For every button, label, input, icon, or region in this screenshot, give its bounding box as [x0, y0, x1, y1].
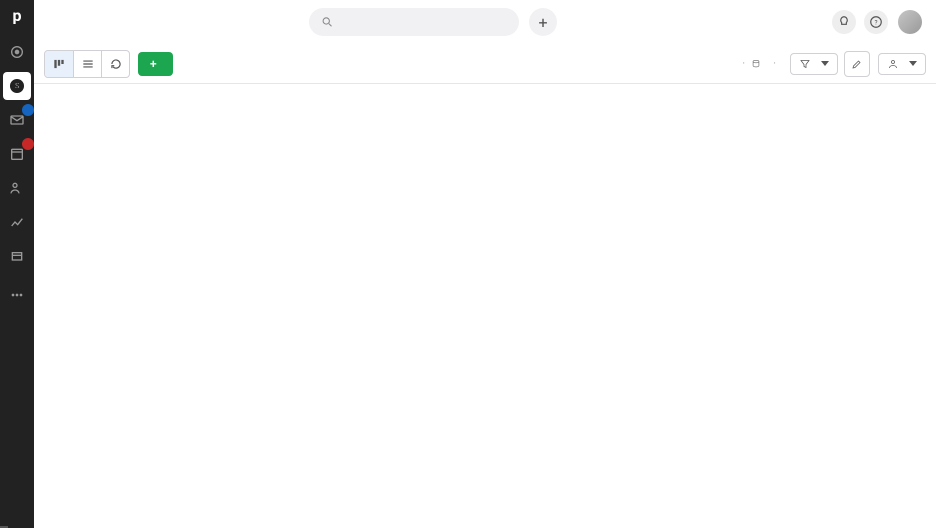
pipeline-totals: · ·	[736, 57, 782, 70]
weighted-icon	[751, 59, 761, 69]
pipeline-board	[34, 84, 936, 528]
brand-logo[interactable]: p	[13, 6, 22, 25]
plus-icon: +	[150, 57, 157, 71]
chart-icon	[9, 214, 25, 230]
pipeline-selector[interactable]	[790, 53, 838, 75]
box-icon	[9, 248, 25, 264]
nav-mail[interactable]	[3, 106, 31, 134]
contacts-icon	[9, 180, 25, 196]
search-input[interactable]	[340, 15, 507, 29]
nav-products[interactable]	[3, 242, 31, 270]
announcements-button[interactable]	[832, 10, 856, 34]
user-icon	[887, 58, 899, 70]
chevron-down-icon	[909, 61, 917, 66]
nav-deals[interactable]: $	[3, 72, 31, 100]
search-icon	[321, 15, 334, 29]
user-avatar[interactable]	[898, 10, 922, 34]
target-icon	[9, 44, 25, 60]
toolbar: + · ·	[34, 44, 936, 84]
dollar-icon: $	[9, 78, 25, 94]
main-area: + ? + · ·	[34, 0, 936, 528]
list-view-button[interactable]	[73, 51, 101, 77]
pencil-icon	[851, 58, 863, 70]
svg-text:$: $	[15, 82, 20, 91]
nav-activities[interactable]	[3, 140, 31, 168]
help-icon: ?	[869, 15, 883, 29]
top-bar: + ?	[34, 0, 936, 44]
more-icon	[9, 287, 25, 303]
lightbulb-icon	[837, 15, 851, 29]
calendar-icon	[9, 146, 25, 162]
mail-icon	[9, 112, 25, 128]
pipeline-view-button[interactable]	[45, 51, 73, 77]
search-container[interactable]	[309, 8, 519, 36]
help-button[interactable]: ?	[864, 10, 888, 34]
nav-more[interactable]	[3, 281, 31, 309]
nav-insights[interactable]	[3, 208, 31, 236]
list-icon	[81, 57, 95, 71]
owner-filter[interactable]	[878, 53, 926, 75]
kanban-icon	[52, 57, 66, 71]
quick-add-button[interactable]: +	[529, 8, 557, 36]
activities-badge	[22, 138, 34, 150]
refresh-icon	[109, 57, 123, 71]
svg-text:?: ?	[874, 18, 877, 26]
left-nav: p $	[0, 0, 34, 528]
mail-badge	[22, 104, 34, 116]
forecast-view-button[interactable]	[101, 51, 129, 77]
add-deal-button[interactable]: +	[138, 52, 173, 76]
nav-leads[interactable]	[3, 38, 31, 66]
chevron-down-icon	[821, 61, 829, 66]
nav-contacts[interactable]	[3, 174, 31, 202]
view-switch	[44, 50, 130, 78]
edit-pipeline-button[interactable]	[844, 51, 870, 77]
funnel-icon	[799, 58, 811, 70]
